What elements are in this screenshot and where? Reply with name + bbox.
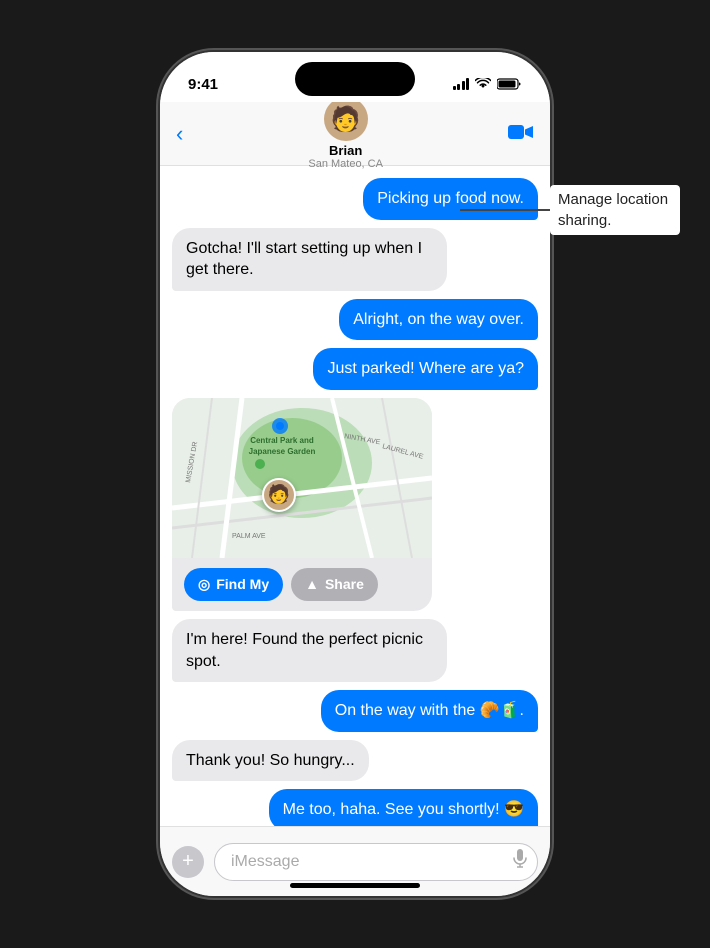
contact-subtitle: San Mateo, CA [308, 158, 383, 170]
message-5-map: MISSION DR NINTH AVE LAUREL AVE PALM AVE… [172, 398, 538, 611]
home-indicator [290, 883, 420, 888]
status-bar: 9:41 [160, 52, 550, 102]
bubble-sent-4[interactable]: Just parked! Where are ya? [313, 348, 538, 390]
video-call-button[interactable] [508, 121, 534, 147]
share-icon: ▲ [305, 576, 319, 592]
find-my-button[interactable]: ◎ Find My [184, 568, 283, 601]
bubble-received-8[interactable]: Thank you! So hungry... [172, 740, 369, 782]
status-time: 9:41 [188, 76, 218, 93]
message-8: Thank you! So hungry... [172, 740, 538, 782]
find-my-icon: ◎ [198, 576, 210, 593]
message-9: Me too, haha. See you shortly! 😎 Deliver… [172, 789, 538, 826]
find-my-label: Find My [216, 576, 269, 592]
annotation-container: Manage location sharing. [460, 185, 680, 235]
message-4: Just parked! Where are ya? [172, 348, 538, 390]
message-7: On the way with the 🥐🧃. [172, 690, 538, 732]
bubble-received-2[interactable]: Gotcha! I'll start setting up when I get… [172, 228, 447, 291]
nav-bar: ‹ 🧑 Brian San Mateo, CA [160, 102, 550, 166]
contact-name: Brian [329, 143, 362, 158]
bubble-sent-9[interactable]: Me too, haha. See you shortly! 😎 [269, 789, 538, 826]
bubble-sent-7[interactable]: On the way with the 🥐🧃. [321, 690, 538, 732]
message-input-container[interactable]: iMessage [214, 843, 538, 881]
wifi-icon [475, 78, 491, 90]
annotation-line [460, 209, 550, 211]
map-actions: ◎ Find My ▲ Share [172, 558, 432, 611]
share-location-button[interactable]: ▲ Share [291, 568, 378, 601]
mic-button[interactable] [513, 849, 527, 874]
messages-area: Picking up food now. Gotcha! I'll start … [160, 166, 550, 826]
attachment-button[interactable]: + [172, 846, 204, 878]
signal-icon [453, 78, 470, 90]
map-image[interactable]: MISSION DR NINTH AVE LAUREL AVE PALM AVE… [172, 398, 432, 558]
svg-text:PALM AVE: PALM AVE [232, 533, 266, 540]
status-icons [453, 78, 523, 90]
contact-header[interactable]: 🧑 Brian San Mateo, CA [308, 97, 383, 170]
message-2: Gotcha! I'll start setting up when I get… [172, 228, 538, 291]
back-button[interactable]: ‹ [176, 121, 183, 147]
share-label: Share [325, 576, 364, 592]
bubble-sent-3[interactable]: Alright, on the way over. [339, 299, 538, 341]
svg-text:Central Park and: Central Park and [250, 436, 314, 445]
location-pin: 🧑 [262, 478, 296, 512]
battery-icon [497, 78, 522, 90]
avatar: 🧑 [324, 97, 368, 141]
map-bubble[interactable]: MISSION DR NINTH AVE LAUREL AVE PALM AVE… [172, 398, 432, 611]
dynamic-island [295, 62, 415, 96]
message-3: Alright, on the way over. [172, 299, 538, 341]
message-6: I'm here! Found the perfect picnic spot. [172, 619, 538, 682]
annotation-text: Manage location sharing. [550, 185, 680, 235]
bubble-received-6[interactable]: I'm here! Found the perfect picnic spot. [172, 619, 447, 682]
svg-text:Japanese Garden: Japanese Garden [249, 447, 316, 456]
phone-frame: 9:41 [160, 52, 550, 896]
message-input-placeholder[interactable]: iMessage [231, 853, 299, 871]
